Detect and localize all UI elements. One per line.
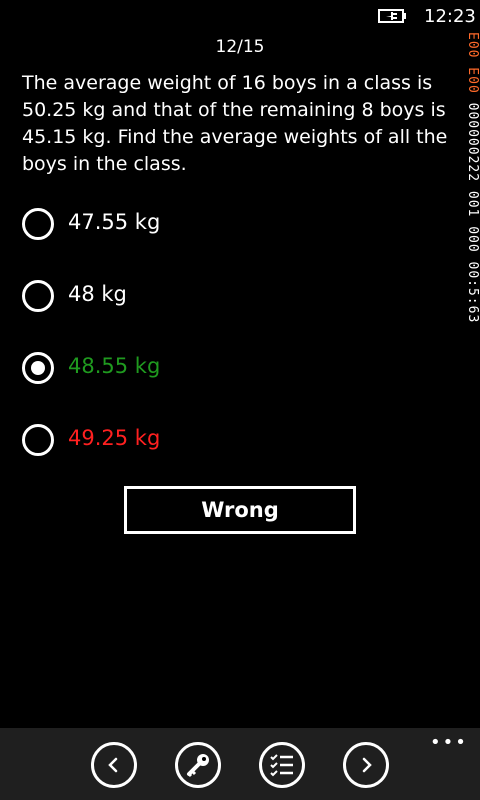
option-label: 49.25 kg bbox=[68, 426, 161, 450]
question-progress: 12/15 bbox=[215, 37, 265, 57]
checklist-icon bbox=[270, 754, 293, 777]
option-1[interactable]: 47.55 kg bbox=[22, 204, 422, 244]
radio-button[interactable] bbox=[22, 280, 54, 312]
app-bar: ••• bbox=[0, 728, 480, 800]
option-label: 48.55 kg bbox=[68, 354, 161, 378]
option-3[interactable]: 48.55 kg bbox=[22, 348, 422, 388]
result-button[interactable]: Wrong bbox=[124, 486, 356, 534]
radio-button[interactable] bbox=[22, 424, 54, 456]
key-button[interactable] bbox=[175, 742, 221, 788]
option-label: 47.55 kg bbox=[68, 210, 161, 234]
side-counter-white: 000000222 001 000 00:5:63 bbox=[465, 102, 480, 324]
option-2[interactable]: 48 kg bbox=[22, 276, 422, 316]
option-label: 48 kg bbox=[68, 282, 127, 306]
checklist-button[interactable] bbox=[259, 742, 305, 788]
option-4[interactable]: 49.25 kg bbox=[22, 420, 422, 460]
radio-button[interactable] bbox=[22, 208, 54, 240]
key-icon bbox=[187, 754, 209, 778]
forward-icon bbox=[362, 757, 372, 773]
back-icon bbox=[108, 757, 118, 773]
status-bar: 12:23 bbox=[0, 0, 480, 32]
more-menu-button[interactable]: ••• bbox=[430, 732, 468, 753]
question-text: The average weight of 16 boys in a class… bbox=[22, 72, 448, 175]
back-button[interactable] bbox=[91, 742, 137, 788]
clock: 12:23 bbox=[424, 6, 476, 27]
radio-button-selected[interactable] bbox=[22, 352, 54, 384]
forward-button[interactable] bbox=[343, 742, 389, 788]
side-counter: E00 E00 000000222 001 000 00:5:63 bbox=[462, 32, 480, 372]
battery-charging-icon bbox=[378, 9, 406, 23]
